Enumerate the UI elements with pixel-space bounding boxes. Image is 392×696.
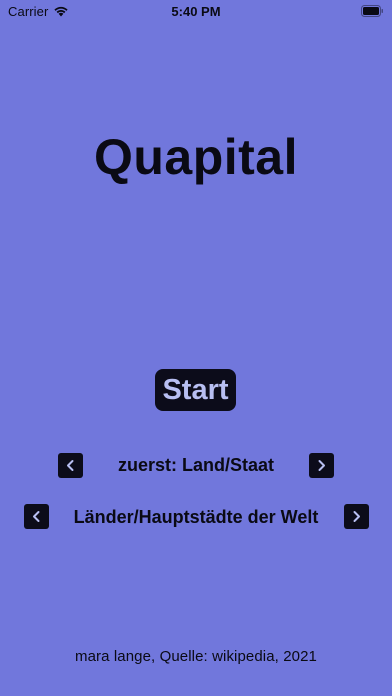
chevron-right-icon [318,460,325,471]
category-label: Länder/Hauptstädte der Welt [73,507,319,527]
category-next-button[interactable] [344,504,369,529]
status-time: 5:40 PM [171,4,221,19]
direction-label: zuerst: Land/Staat [117,455,275,475]
chevron-right-icon [353,511,360,522]
start-button[interactable]: Start [155,369,236,411]
chevron-left-icon [33,511,40,522]
direction-prev-button[interactable] [58,453,83,478]
status-bar: Carrier 5:40 PM [0,0,392,24]
chevron-left-icon [67,460,74,471]
footer-credits: mara lange, Quelle: wikipedia, 2021 [75,648,317,665]
app-title: Quapital [93,129,299,185]
battery-icon [361,5,383,17]
direction-next-button[interactable] [309,453,334,478]
category-prev-button[interactable] [24,504,49,529]
